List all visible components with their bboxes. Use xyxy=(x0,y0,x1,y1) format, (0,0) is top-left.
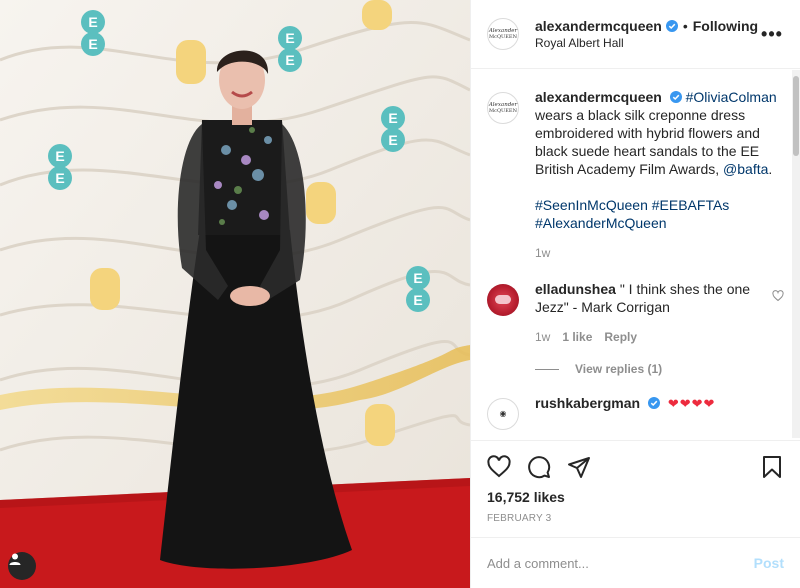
instagram-post: EE EE EE EE EE Alexander McQUEEN alexand… xyxy=(0,0,800,588)
comment-item: ◉ rushkabergman ❤❤❤❤ xyxy=(487,376,784,430)
reply-divider xyxy=(535,368,559,370)
red-carpet-image: EE EE EE EE EE xyxy=(0,0,470,588)
likes-count[interactable]: 16,752 likes xyxy=(487,489,784,505)
svg-text:E: E xyxy=(413,270,422,286)
post-details-panel: Alexander McQUEEN alexandermcqueen • Fol… xyxy=(470,0,800,588)
post-date[interactable]: February 3 xyxy=(487,513,784,524)
comment-input[interactable] xyxy=(487,555,754,571)
svg-text:E: E xyxy=(285,52,294,68)
account-tag-link[interactable]: @bafta xyxy=(723,161,768,177)
post-comment-button[interactable]: Post xyxy=(754,555,784,571)
add-comment-bar: Post xyxy=(471,537,800,588)
header-text: alexandermcqueen • Following Royal Alber… xyxy=(535,18,760,50)
svg-text:E: E xyxy=(388,132,397,148)
header-username[interactable]: alexandermcqueen xyxy=(535,18,662,34)
svg-text:E: E xyxy=(88,14,97,30)
profile-avatar[interactable]: Alexander McQUEEN xyxy=(487,18,519,50)
like-heart-icon[interactable] xyxy=(487,455,511,479)
post-header: Alexander McQUEEN alexandermcqueen • Fol… xyxy=(471,0,800,69)
caption-text: alexandermcqueen #OliviaColman wears a b… xyxy=(535,89,777,177)
caption-meta: 1w xyxy=(535,244,784,262)
commenter-avatar[interactable] xyxy=(487,284,519,316)
verified-badge-icon xyxy=(665,20,678,32)
verified-badge-icon xyxy=(647,397,660,409)
comment-time[interactable]: 1w xyxy=(535,328,550,346)
comments-scrollbar[interactable] xyxy=(792,70,800,438)
comment-item: elladunshea " I think shes the one Jezz"… xyxy=(487,262,784,346)
hashtags: #SeenInMcQueen #EEBAFTAs #AlexanderMcQue… xyxy=(535,196,784,232)
svg-text:E: E xyxy=(55,148,64,164)
svg-text:E: E xyxy=(285,30,294,46)
verified-badge-icon xyxy=(669,91,682,103)
svg-text:E: E xyxy=(88,36,97,52)
more-options-button[interactable]: ••• xyxy=(760,24,784,45)
caption-username[interactable]: alexandermcqueen xyxy=(535,89,662,105)
hashtag-link[interactable]: #AlexanderMcQueen xyxy=(535,215,667,231)
location-link[interactable]: Royal Albert Hall xyxy=(535,36,760,50)
caption: Alexander McQUEEN alexandermcqueen #Oliv… xyxy=(487,70,784,262)
share-send-icon[interactable] xyxy=(567,455,591,479)
caption-avatar[interactable]: Alexander McQUEEN xyxy=(487,92,519,124)
comment-likes[interactable]: 1 like xyxy=(562,328,592,346)
action-icons xyxy=(487,441,784,493)
scrollbar-thumb[interactable] xyxy=(793,76,799,156)
svg-text:E: E xyxy=(413,292,422,308)
comment-username[interactable]: rushkabergman xyxy=(535,395,640,411)
hashtag-link[interactable]: #SeenInMcQueen xyxy=(535,197,648,213)
reply-button[interactable]: Reply xyxy=(604,328,637,346)
header-separator: • xyxy=(682,18,688,34)
svg-text:E: E xyxy=(55,170,64,186)
user-icon xyxy=(9,553,21,565)
bookmark-save-icon[interactable] xyxy=(760,455,784,479)
comment-meta: 1w 1 like Reply xyxy=(535,328,764,346)
mention-link[interactable]: #OliviaColman xyxy=(686,89,777,105)
post-photo[interactable]: EE EE EE EE EE xyxy=(0,0,470,588)
post-actions: 16,752 likes February 3 xyxy=(471,440,800,524)
tagged-users-button[interactable] xyxy=(8,552,36,580)
comment-text: ❤❤❤❤ xyxy=(667,396,716,411)
comment-bubble-icon[interactable] xyxy=(527,455,551,479)
svg-text:E: E xyxy=(388,110,397,126)
comment-username[interactable]: elladunshea xyxy=(535,281,616,297)
commenter-avatar[interactable]: ◉ xyxy=(487,398,519,430)
hashtag-link[interactable]: #EEBAFTAs xyxy=(652,197,730,213)
comments-list[interactable]: Alexander McQUEEN alexandermcqueen #Oliv… xyxy=(471,70,800,440)
caption-time[interactable]: 1w xyxy=(535,244,550,262)
like-comment-icon[interactable] xyxy=(772,290,784,302)
view-replies-button[interactable]: View replies (1) xyxy=(535,362,784,376)
following-button[interactable]: Following xyxy=(693,18,758,34)
